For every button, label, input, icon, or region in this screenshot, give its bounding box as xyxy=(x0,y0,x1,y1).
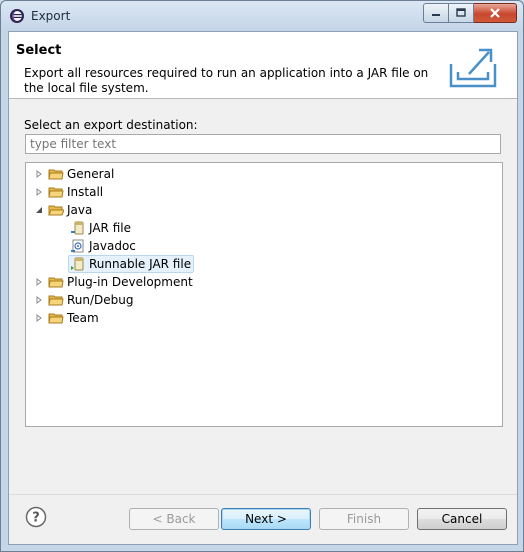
tree-item-label: General xyxy=(67,167,115,181)
minimize-button[interactable] xyxy=(423,3,449,23)
wizard-header: Select Export all resources required to … xyxy=(9,32,517,99)
window-controls xyxy=(423,3,517,23)
expand-arrow-icon[interactable] xyxy=(34,187,44,197)
eclipse-icon xyxy=(10,9,24,23)
expand-arrow-icon[interactable] xyxy=(34,313,44,323)
tree-item-install[interactable]: Install xyxy=(34,183,103,201)
footer-divider xyxy=(9,494,517,495)
tree-item-jar-file[interactable]: JAR file xyxy=(70,219,131,237)
svg-text:?: ? xyxy=(32,511,40,526)
minimize-icon xyxy=(432,14,440,16)
tree-item-label: Plug-in Development xyxy=(67,275,193,289)
tree-item-runnable-jar[interactable]: Runnable JAR file xyxy=(68,255,195,273)
cancel-button[interactable]: Cancel xyxy=(417,508,507,530)
folder-icon xyxy=(48,295,64,306)
tree-item-label: Java xyxy=(67,203,93,217)
title-bar[interactable]: Export xyxy=(1,1,523,31)
maximize-icon xyxy=(456,8,466,17)
export-dialog: Export Select Export all resources requi… xyxy=(0,0,524,552)
jar-file-icon xyxy=(71,221,84,235)
folder-icon xyxy=(48,169,64,180)
expand-arrow-icon[interactable] xyxy=(34,277,44,287)
selection-highlight: Runnable JAR file xyxy=(68,255,195,273)
tree-item-label: Runnable JAR file xyxy=(89,257,192,271)
tree-item-label: Javadoc xyxy=(89,239,136,253)
dialog-body: Select Export all resources required to … xyxy=(8,31,518,545)
destination-tree[interactable]: General Install Java JAR file Javadoc Ru… xyxy=(25,162,503,427)
back-button[interactable]: < Back xyxy=(129,508,219,530)
tree-item-run-debug[interactable]: Run/Debug xyxy=(34,291,134,309)
tree-item-team[interactable]: Team xyxy=(34,309,99,327)
tree-item-plugin-development[interactable]: Plug-in Development xyxy=(34,273,193,291)
tree-item-label: JAR file xyxy=(89,221,131,235)
page-description: Export all resources required to run an … xyxy=(24,66,429,95)
tree-item-label: Install xyxy=(67,185,104,199)
finish-button[interactable]: Finish xyxy=(319,508,409,530)
open-folder-icon xyxy=(48,205,64,216)
javadoc-icon xyxy=(71,239,84,253)
tree-item-label: Team xyxy=(67,311,99,325)
tree-item-label: Run/Debug xyxy=(67,293,134,307)
next-button[interactable]: Next > xyxy=(221,508,311,530)
tree-item-java[interactable]: Java xyxy=(34,201,92,219)
destination-label: Select an export destination: xyxy=(24,118,198,132)
folder-icon xyxy=(48,313,64,324)
close-button[interactable] xyxy=(474,3,517,23)
page-title: Select xyxy=(16,43,62,58)
folder-icon xyxy=(48,277,64,288)
close-icon xyxy=(490,8,500,18)
maximize-button[interactable] xyxy=(449,3,474,23)
runnable-jar-icon xyxy=(71,257,84,271)
filter-input[interactable] xyxy=(25,134,501,154)
collapse-arrow-icon[interactable] xyxy=(34,205,44,215)
expand-arrow-icon[interactable] xyxy=(34,295,44,305)
tree-item-javadoc[interactable]: Javadoc xyxy=(70,237,136,255)
folder-icon xyxy=(48,187,64,198)
window-title: Export xyxy=(31,9,71,23)
expand-arrow-icon[interactable] xyxy=(34,169,44,179)
tree-item-general[interactable]: General xyxy=(34,165,114,183)
help-icon[interactable]: ? xyxy=(25,506,47,528)
export-icon xyxy=(449,48,497,88)
